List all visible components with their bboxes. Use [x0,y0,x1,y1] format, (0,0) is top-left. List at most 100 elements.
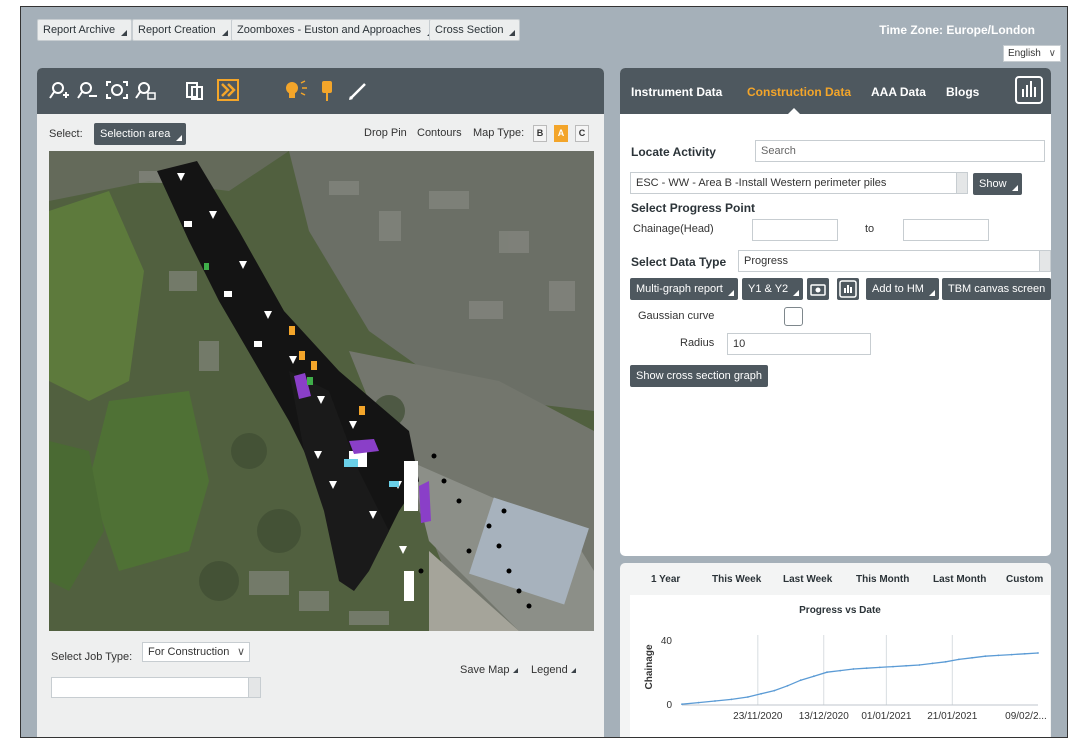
zoom-previous-icon[interactable] [135,80,159,102]
x-tick-label: 01/01/2021 [861,711,911,722]
range-custom[interactable]: Custom [1006,574,1043,585]
contours-link[interactable]: Contours [417,127,462,139]
cross-section-button[interactable]: Cross Section [429,19,521,41]
map-type-c-button[interactable]: C [575,125,589,142]
data-point [971,656,973,659]
satellite-map[interactable] [49,151,594,631]
save-map-link[interactable]: Save Map [460,664,518,676]
multi-graph-report-button[interactable]: Multi-graph report [630,278,738,300]
range-this-week[interactable]: This Week [712,574,761,585]
map-type-label: Map Type: [473,127,525,139]
multi-graph-label: Multi-graph report [636,283,723,295]
map-type-a-button[interactable]: A [554,125,568,142]
tab-instrument-data[interactable]: Instrument Data [631,85,722,99]
radius-label: Radius [680,337,715,349]
chevron-down-icon: ∨ [236,646,245,658]
job-type-select[interactable]: For Construction ∨ [142,642,250,662]
layer-toggle-icon[interactable] [217,79,239,101]
bar-chart-icon[interactable] [1015,76,1043,104]
y1-y2-label: Y1 & Y2 [748,283,789,295]
tab-blogs[interactable]: Blogs [946,85,979,99]
data-point [931,662,934,665]
data-point [1023,652,1026,655]
report-archive-button[interactable]: Report Archive [37,19,133,41]
data-point [997,654,1000,657]
legend-link[interactable]: Legend [531,664,576,676]
radius-input[interactable]: 10 [727,333,871,355]
add-to-hm-button[interactable]: Add to HM [866,278,939,300]
data-point [839,669,842,672]
chart-panel: 1 Year This Week Last Week This Month La… [620,563,1051,737]
chevron-down-icon: ∨ [1048,48,1056,59]
scrollbar[interactable] [1039,251,1050,271]
job-type-label: Select Job Type: [51,651,133,663]
tab-construction-data[interactable]: Construction Data [747,85,851,99]
chainage-label: Chainage(Head) [633,223,714,235]
layers-icon[interactable] [185,80,205,102]
language-select[interactable]: English ∨ [1003,45,1061,62]
pin-icon[interactable] [319,79,335,103]
show-cross-section-graph-button[interactable]: Show cross section graph [630,365,768,387]
app-window: Report Archive Report Creation Zoomboxes… [20,6,1068,738]
progress-series-line [681,652,1039,705]
chainage-from-input[interactable] [752,219,838,241]
range-last-week[interactable]: Last Week [783,574,832,585]
tab-aaa-data[interactable]: AAA Data [871,85,926,99]
y-tick-label: 40 [661,636,673,647]
job-list-select[interactable] [51,677,261,698]
activity-select[interactable]: ESC - WW - Area B -Install Western perim… [630,172,968,194]
graph-icon[interactable] [837,278,859,300]
pencil-icon[interactable] [347,80,369,102]
map-toolbar [37,68,604,114]
data-point [1010,653,1013,656]
chart-svg: Chainage 23/11/2020 13/12/2020 01/01/2021 2… [644,635,1047,722]
data-point [813,675,815,678]
report-archive-label: Report Archive [43,24,116,36]
y1-y2-button[interactable]: Y1 & Y2 [742,278,804,300]
data-panel: Instrument Data Construction Data AAA Da… [620,68,1051,556]
data-point [730,698,733,701]
show-button[interactable]: Show [973,173,1022,195]
data-point [773,689,776,692]
scrollbar[interactable] [956,173,967,193]
selection-area-button[interactable]: Selection area [94,123,186,145]
locate-activity-label: Locate Activity [631,145,716,159]
data-point [747,696,749,698]
data-type-select[interactable]: Progress [738,250,1051,272]
range-1-year[interactable]: 1 Year [651,574,680,585]
progress-chart: Progress vs Date Chainage 23/11/2020 13/1… [630,595,1050,737]
data-point [958,658,960,661]
map-panel: Select: Selection area Drop Pin Contours… [37,68,604,737]
map-type-b-button[interactable]: B [533,125,547,142]
data-point [697,701,700,704]
drop-pin-link[interactable]: Drop Pin [364,127,407,139]
zoom-out-icon[interactable] [77,80,99,102]
lightbulb-icon[interactable] [283,79,309,103]
select-data-type-label: Select Data Type [631,255,727,269]
scrollbar[interactable] [248,678,260,697]
x-tick-label: 09/02/2... [1005,711,1047,722]
add-to-hm-label: Add to HM [872,283,924,295]
data-point [892,665,894,668]
data-point [878,666,881,669]
data-point [865,667,868,670]
report-creation-button[interactable]: Report Creation [132,19,233,41]
gaussian-curve-checkbox[interactable] [784,307,803,326]
map-canvas [49,151,594,631]
search-input[interactable]: Search [755,140,1045,162]
range-this-month[interactable]: This Month [856,574,909,585]
data-point [681,703,683,706]
data-point [918,664,921,666]
time-zone-label: Time Zone: Europe/London [879,23,1035,37]
x-tick-label: 21/01/2021 [927,711,977,722]
tbm-canvas-screen-button[interactable]: TBM canvas screen [942,278,1051,300]
language-value: English [1008,48,1041,59]
zoom-in-icon[interactable] [49,80,71,102]
zoom-extent-icon[interactable] [105,80,129,102]
chainage-to-input[interactable] [903,219,989,241]
zoomboxes-button[interactable]: Zoomboxes - Euston and Approaches [231,19,439,41]
data-point [984,655,987,658]
data-point [826,671,828,674]
camera-icon[interactable] [807,278,829,300]
range-last-month[interactable]: Last Month [933,574,986,585]
